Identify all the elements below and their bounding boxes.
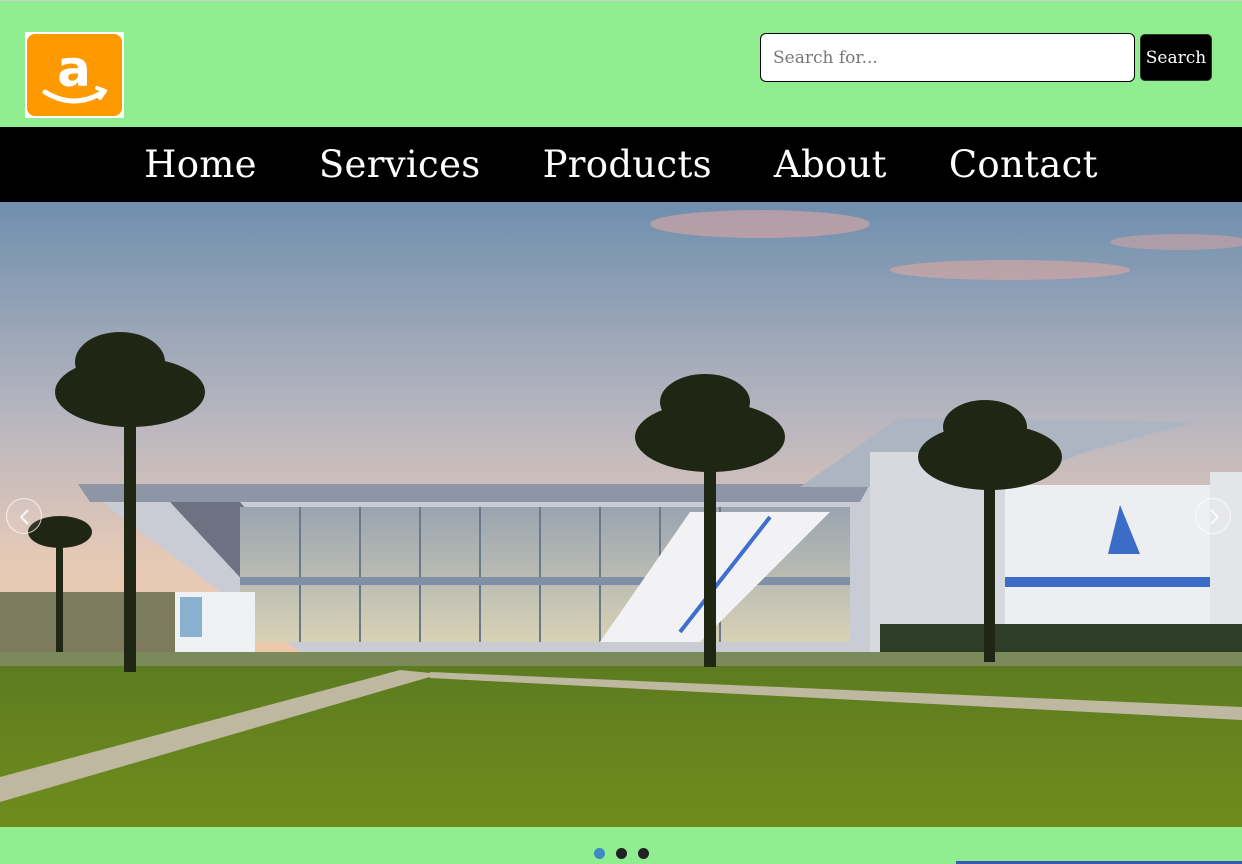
hero-slide-image	[0, 202, 1242, 827]
logo[interactable]: a	[25, 32, 124, 118]
nav-item-products[interactable]: Products	[543, 143, 712, 186]
nav-item-services[interactable]: Services	[319, 143, 481, 186]
carousel-next-button[interactable]	[1195, 498, 1231, 534]
carousel-dot-3[interactable]	[637, 848, 649, 859]
header-bar: a Search	[0, 0, 1242, 127]
carousel-indicators	[0, 848, 1242, 859]
carousel-dot-1[interactable]	[593, 848, 605, 859]
search-button[interactable]: Search	[1140, 34, 1212, 81]
chevron-right-icon	[1210, 509, 1220, 525]
amazon-logo-icon: a	[27, 34, 122, 116]
search-input[interactable]	[760, 33, 1135, 82]
hero-carousel	[0, 202, 1242, 827]
carousel-dot-2[interactable]	[615, 848, 627, 859]
main-nav: Home Services Products About Contact	[0, 127, 1242, 202]
nav-item-home[interactable]: Home	[144, 143, 257, 186]
carousel-prev-button[interactable]	[6, 498, 42, 534]
chevron-left-icon	[19, 509, 29, 525]
nav-item-about[interactable]: About	[774, 143, 887, 186]
nav-item-contact[interactable]: Contact	[949, 143, 1098, 186]
logo-letter: a	[57, 40, 91, 98]
carousel-indicator-bar	[0, 827, 1242, 864]
